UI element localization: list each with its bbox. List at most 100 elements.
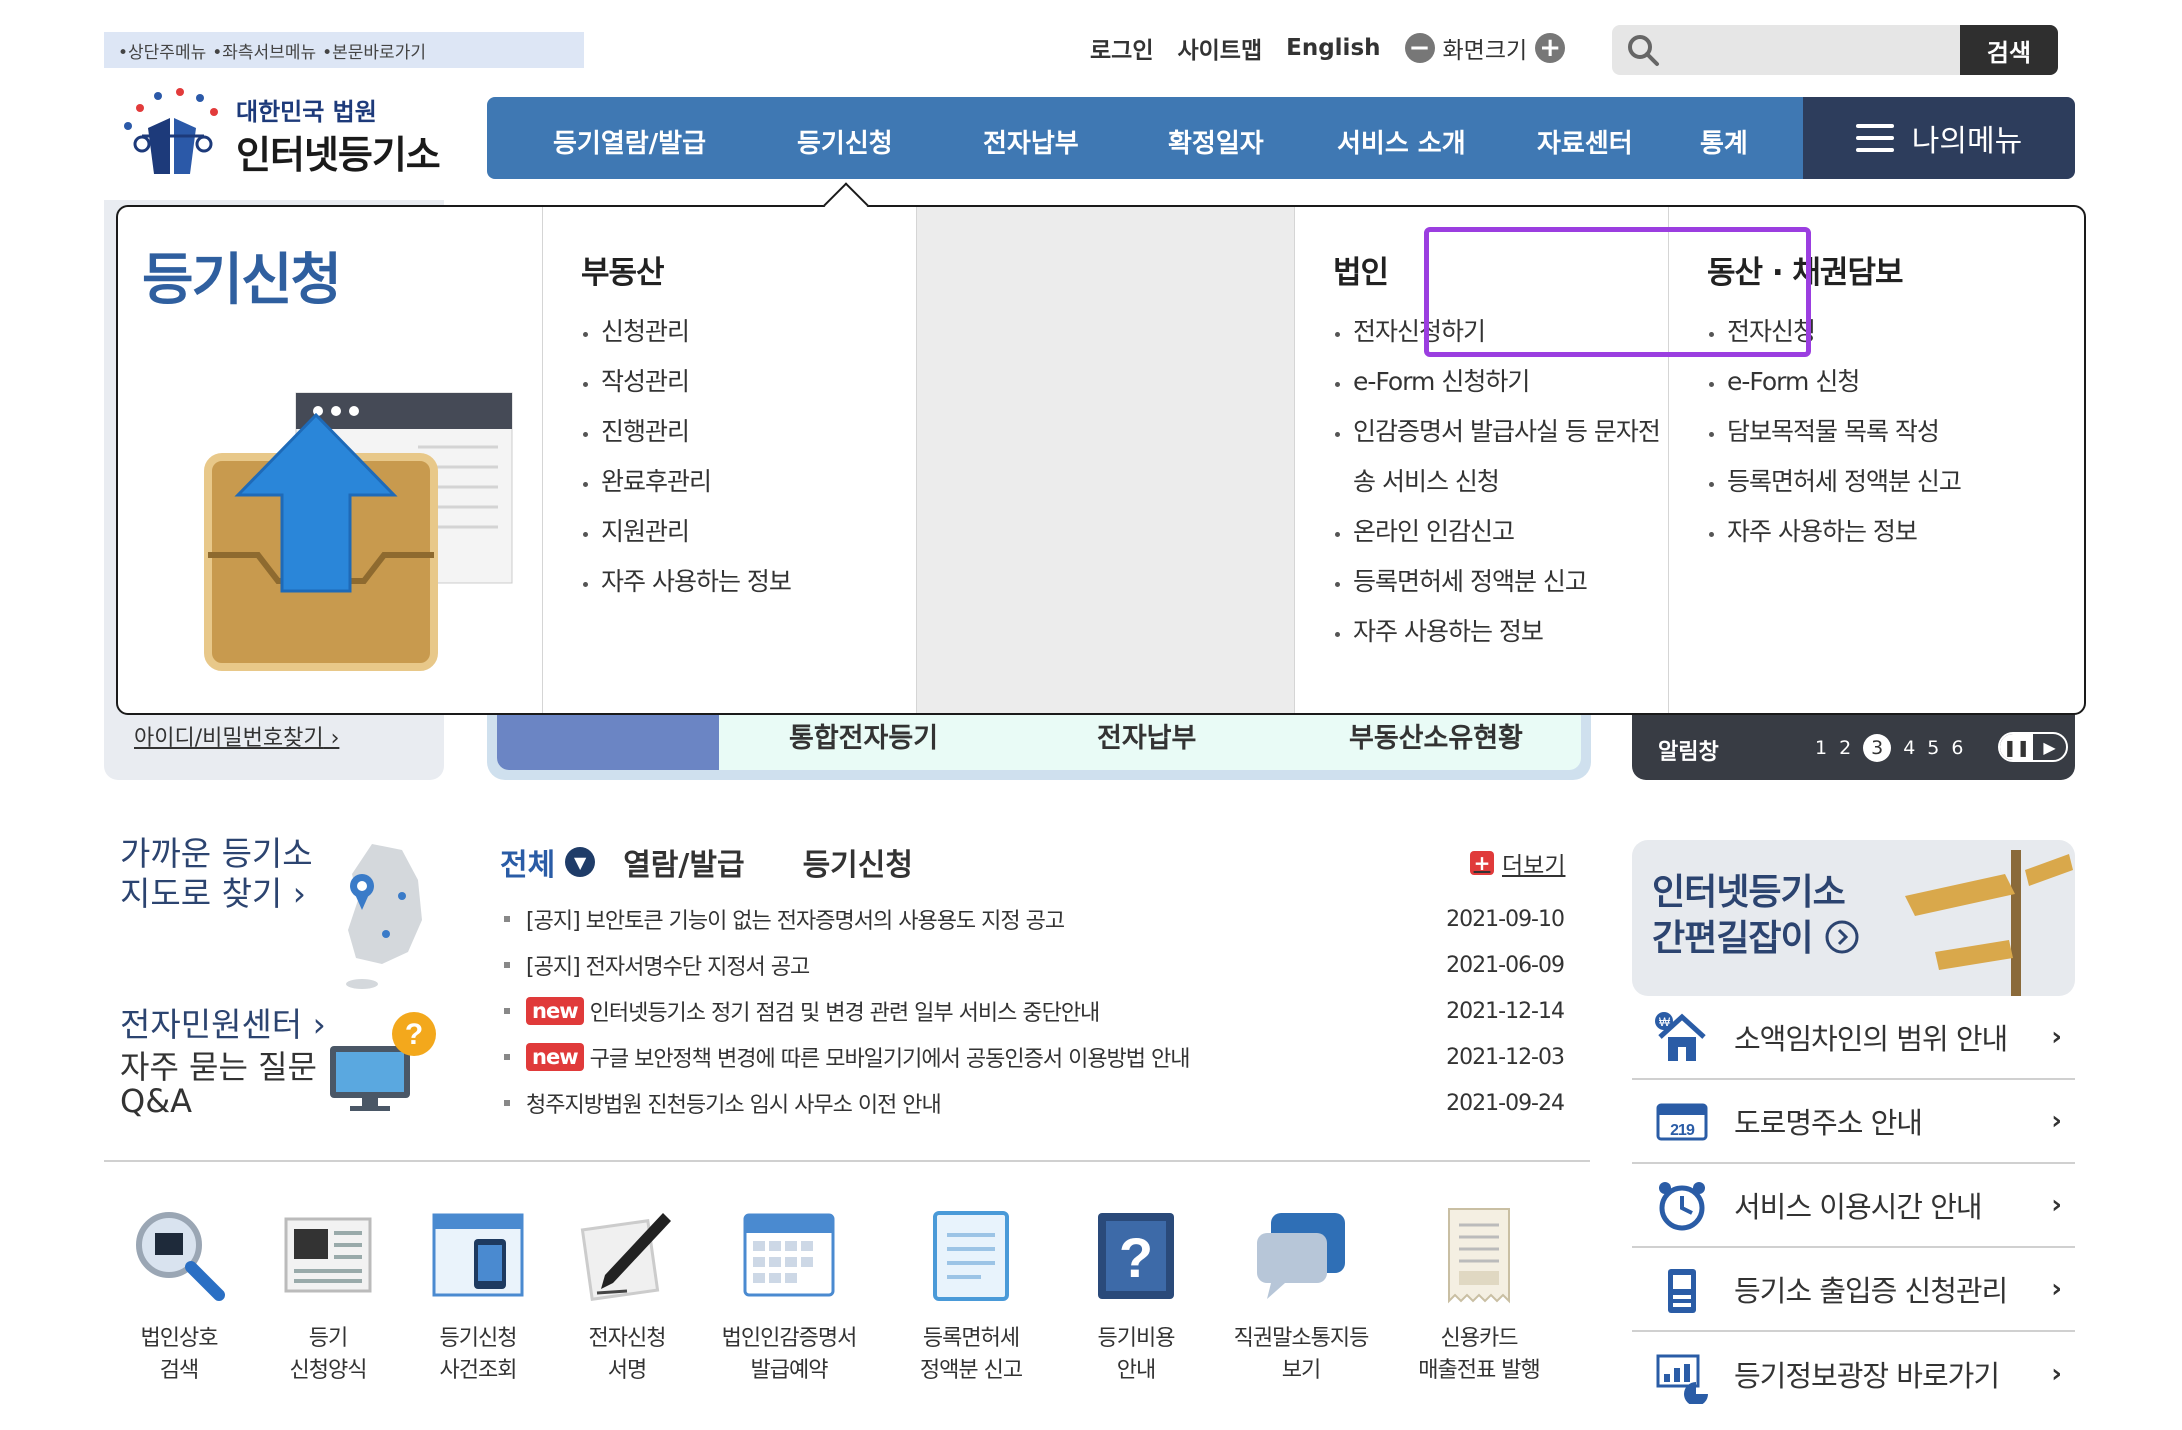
english-link[interactable]: English <box>1286 35 1380 61</box>
nav-data-center[interactable]: 자료센터 <box>1537 123 1633 160</box>
mega-menu-real-estate: 부동산 신청관리 작성관리 진행관리 완료후관리 지원관리 자주 사용하는 정보 <box>542 207 916 713</box>
zoom-in-button[interactable]: + <box>1535 33 1566 63</box>
search-button[interactable]: 검색 <box>1960 25 2058 75</box>
registry-info-plaza-link[interactable]: 등기정보광장 바로가기 › <box>1632 1332 2075 1416</box>
quick-seal-certificate-reservation[interactable]: 법인인감증명서 발급예약 <box>714 1205 864 1387</box>
chevron-right-icon: › <box>2051 1190 2062 1220</box>
service-hours-label: 서비스 이용시간 안내 <box>1734 1190 1983 1224</box>
quick-label-line2: 검색 <box>159 1358 199 1383</box>
search-input[interactable] <box>1660 25 1960 75</box>
question-book-icon: ? <box>1086 1205 1186 1305</box>
play-icon[interactable]: ▶ <box>2033 734 2066 760</box>
site-logo[interactable]: 대한민국 법원 인터넷등기소 <box>118 78 458 188</box>
hamburger-icon <box>1855 124 1894 152</box>
menu-item-seal-sms-service[interactable]: 인감증명서 발급사실 등 문자전 송 서비스 신청 <box>1333 407 1661 507</box>
tab-e-payment[interactable]: 전자납부 <box>1097 716 1196 755</box>
skip-link-side-menu[interactable]: •좌측서브메뉴 <box>212 38 316 63</box>
e-civil-center-label: 전자민원센터 <box>120 1005 303 1044</box>
my-menu-label: 나의메뉴 <box>1911 124 2023 159</box>
quick-corporate-name-search[interactable]: 법인상호 검색 <box>104 1205 254 1387</box>
mega-menu-dropdown: 등기신청 부동산 신청관리 작성관리 진행관리 완료후관리 지원관리 자주 사용… <box>116 182 2086 715</box>
my-menu-button[interactable]: 나의메뉴 <box>1803 97 2075 179</box>
tab-property-ownership[interactable]: 부동산소유현황 <box>1349 716 1523 755</box>
alarm-page-3[interactable]: 3 <box>1863 734 1892 762</box>
nav-service-intro[interactable]: 서비스 소개 <box>1337 123 1466 160</box>
monitor-question-icon: ? <box>330 1012 436 1111</box>
pen-icon <box>577 1205 677 1305</box>
quick-registry-fee-guide[interactable]: ? 등기비용 안내 <box>1061 1205 1211 1387</box>
sitemap-link[interactable]: 사이트맵 <box>1177 31 1262 65</box>
nav-fixed-date[interactable]: 확정일자 <box>1168 123 1264 160</box>
notice-row[interactable]: 청주지방법원 진천등기소 임시 사무소 이전 안내 2021-09-24 <box>504 1080 1565 1126</box>
quick-e-signature[interactable]: 전자신청 서명 <box>552 1205 702 1387</box>
more-link[interactable]: + 더보기 <box>1470 846 1565 880</box>
faq-link[interactable]: 자주 묻는 질문 Q&A <box>120 1050 317 1118</box>
notice-row[interactable]: [공지] 보안토큰 기능이 없는 전자증명서의 사용용도 지정 공고 2021-… <box>504 896 1565 942</box>
menu-item-drafting-management[interactable]: 작성관리 <box>581 357 791 407</box>
small-tenant-scope-label: 소액임차인의 범위 안내 <box>1734 1022 2008 1056</box>
alarm-page-6[interactable]: 6 <box>1951 737 1963 759</box>
alarm-controls: ❚❚ ▶ <box>1998 732 2068 762</box>
menu-item-registration-tax[interactable]: 등록면허세 정액분 신고 <box>1333 557 1660 607</box>
tab-integrated-e-registry[interactable]: 통합전자등기 <box>789 716 938 755</box>
menu-item-frequent-info[interactable]: 자주 사용하는 정보 <box>1707 507 1961 557</box>
easy-guide-banner[interactable]: 인터넷등기소 간편길잡이 <box>1632 840 2075 996</box>
nav-statistics[interactable]: 통계 <box>1700 123 1748 160</box>
nav-e-payment[interactable]: 전자납부 <box>983 123 1079 160</box>
road-address-link[interactable]: 219 도로명주소 안내 › <box>1632 1080 2075 1164</box>
service-hours-link[interactable]: 서비스 이용시간 안내 › <box>1632 1164 2075 1248</box>
nearby-office-map-link[interactable]: 가까운 등기소 지도로 찾기 › <box>120 834 313 914</box>
menu-item-support-management[interactable]: 지원관리 <box>581 507 791 557</box>
menu-item-frequent-info[interactable]: 자주 사용하는 정보 <box>581 557 792 607</box>
mega-menu-empty-column <box>916 207 1294 713</box>
newspaper-icon <box>278 1205 378 1305</box>
quick-registration-tax[interactable]: 등록면허세 정액분 신고 <box>896 1205 1046 1387</box>
notice-row[interactable]: new 인터넷등기소 정기 점검 및 변경 관련 일부 서비스 중단안내 2021… <box>504 988 1565 1034</box>
quick-label-line1: 등기신청 <box>439 1326 518 1351</box>
e-civil-center-link[interactable]: 전자민원센터 › <box>120 998 326 1046</box>
tab-registry-apply[interactable]: 등기신청 <box>803 840 913 884</box>
menu-item-online-seal-report[interactable]: 온라인 인감신고 <box>1333 507 1660 557</box>
alarm-pagination: 1 2 3 4 5 6 <box>1815 734 1963 762</box>
menu-item-registration-tax[interactable]: 등록면허세 정액분 신고 <box>1707 457 1962 507</box>
address-sign-icon: 219 <box>1652 1091 1712 1151</box>
menu-item-eform-application[interactable]: e-Form 신청하기 <box>1333 357 1660 407</box>
skip-link-content[interactable]: •본문바로가기 <box>322 38 426 63</box>
quick-ex-officio-notice[interactable]: 직권말소통지등 보기 <box>1226 1205 1376 1387</box>
menu-item-progress-management[interactable]: 진행관리 <box>581 407 791 457</box>
zoom-out-button[interactable]: − <box>1404 33 1435 63</box>
alarm-page-2[interactable]: 2 <box>1839 737 1851 759</box>
skip-link-top-menu[interactable]: •상단주메뉴 <box>118 38 206 63</box>
quick-label-line2: 보기 <box>1281 1358 1321 1383</box>
alarm-page-1[interactable]: 1 <box>1815 737 1827 759</box>
tab-all-label: 전체 <box>500 848 556 883</box>
tab-all[interactable]: 전체 ▼ <box>500 840 596 884</box>
nav-registry-view[interactable]: 등기열람/발급 <box>553 123 706 160</box>
quick-case-inquiry[interactable]: 등기신청 사건조회 <box>403 1205 553 1387</box>
menu-item-collateral-list[interactable]: 담보목적물 목록 작성 <box>1707 407 1961 457</box>
notice-row[interactable]: [공지] 전자서명수단 지정서 공고 2021-06-09 <box>504 942 1565 988</box>
tab-view-issue[interactable]: 열람/발급 <box>623 840 744 884</box>
alarm-page-5[interactable]: 5 <box>1927 737 1939 759</box>
menu-item-post-completion[interactable]: 완료후관리 <box>581 457 791 507</box>
pause-icon[interactable]: ❚❚ <box>2000 734 2033 760</box>
login-link[interactable]: 로그인 <box>1090 31 1153 65</box>
document-icon <box>921 1205 1021 1305</box>
small-tenant-scope-link[interactable]: ₩ 소액임차인의 범위 안내 › <box>1632 996 2075 1080</box>
notice-title: 구글 보안정책 변경에 따른 모바일기기에서 공동인증서 이용방법 안내 <box>589 1047 1191 1072</box>
menu-item-eform-application[interactable]: e-Form 신청 <box>1707 357 1961 407</box>
mega-menu-title: 등기신청 <box>142 248 342 313</box>
utility-links: 로그인 사이트맵 English − 화면크기 + <box>1090 30 1566 66</box>
svg-text:?: ? <box>405 1018 423 1051</box>
menu-item-frequent-info[interactable]: 자주 사용하는 정보 <box>1333 607 1660 657</box>
find-id-password-link[interactable]: 아이디/비밀번호찾기 › <box>134 720 339 752</box>
quick-registry-forms[interactable]: 등기 신청양식 <box>253 1205 403 1387</box>
notice-row[interactable]: new 구글 보안정책 변경에 따른 모바일기기에서 공동인증서 이용방법 안내 … <box>504 1034 1565 1080</box>
access-pass-link[interactable]: 등기소 출입증 신청관리 › <box>1632 1248 2075 1332</box>
menu-item-application-management[interactable]: 신청관리 <box>581 307 791 357</box>
alarm-page-4[interactable]: 4 <box>1903 737 1915 759</box>
real-estate-heading: 부동산 <box>581 255 665 291</box>
upload-folder-icon <box>204 392 513 671</box>
quick-card-receipt[interactable]: 신용카드 매출전표 발행 <box>1404 1205 1554 1387</box>
nav-registry-apply[interactable]: 등기신청 <box>797 123 893 160</box>
